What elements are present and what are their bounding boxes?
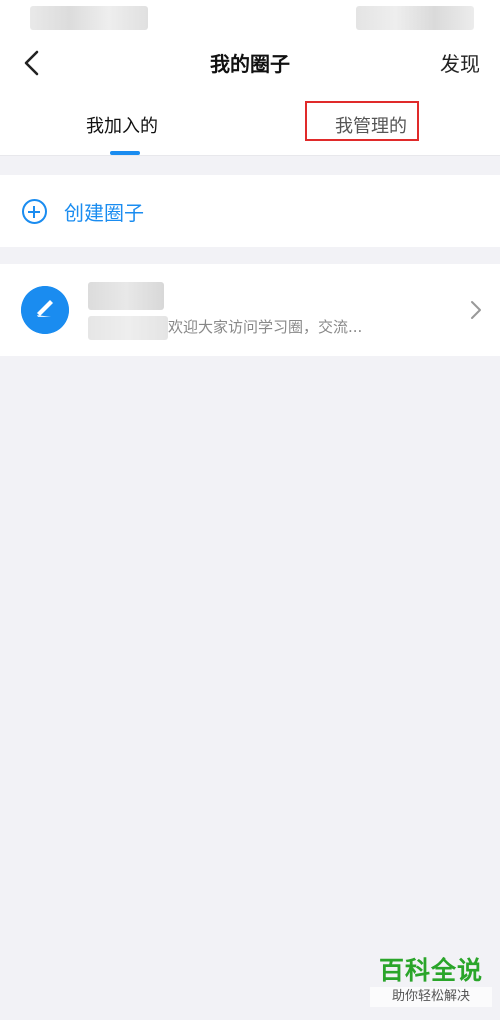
page-title: 我的圈子 bbox=[210, 52, 290, 76]
pencil-icon bbox=[21, 286, 69, 334]
circle-avatar bbox=[21, 286, 69, 334]
discover-link[interactable]: 发现 bbox=[440, 48, 480, 77]
tab-bar: 我加入的 我管理的 bbox=[0, 86, 500, 156]
status-left-blurred bbox=[30, 6, 148, 30]
status-right-blurred bbox=[356, 6, 474, 30]
circle-description: 欢迎大家访问学习圈，交流... bbox=[168, 318, 363, 336]
navigation-bar: 我的圈子 发现 bbox=[0, 40, 500, 86]
tab-joined[interactable]: 我加入的 bbox=[86, 112, 158, 138]
circle-desc-blurred bbox=[88, 316, 168, 340]
create-circle-label: 创建圈子 bbox=[64, 201, 144, 225]
chevron-right-icon bbox=[471, 301, 481, 319]
create-circle-button[interactable]: 创建圈子 bbox=[0, 175, 500, 247]
circle-list-item[interactable]: 欢迎大家访问学习圈，交流... bbox=[0, 264, 500, 356]
active-tab-indicator bbox=[110, 151, 140, 155]
watermark-title: 百科全说 bbox=[378, 956, 483, 985]
circle-name-blurred bbox=[88, 282, 164, 310]
tab-managed[interactable]: 我管理的 bbox=[335, 112, 407, 138]
watermark-subtitle: 助你轻松解决 bbox=[370, 987, 492, 1007]
status-bar bbox=[0, 0, 500, 40]
watermark-logo: 百科全说 助你轻松解决 bbox=[370, 955, 492, 1013]
plus-circle-icon bbox=[22, 199, 47, 224]
